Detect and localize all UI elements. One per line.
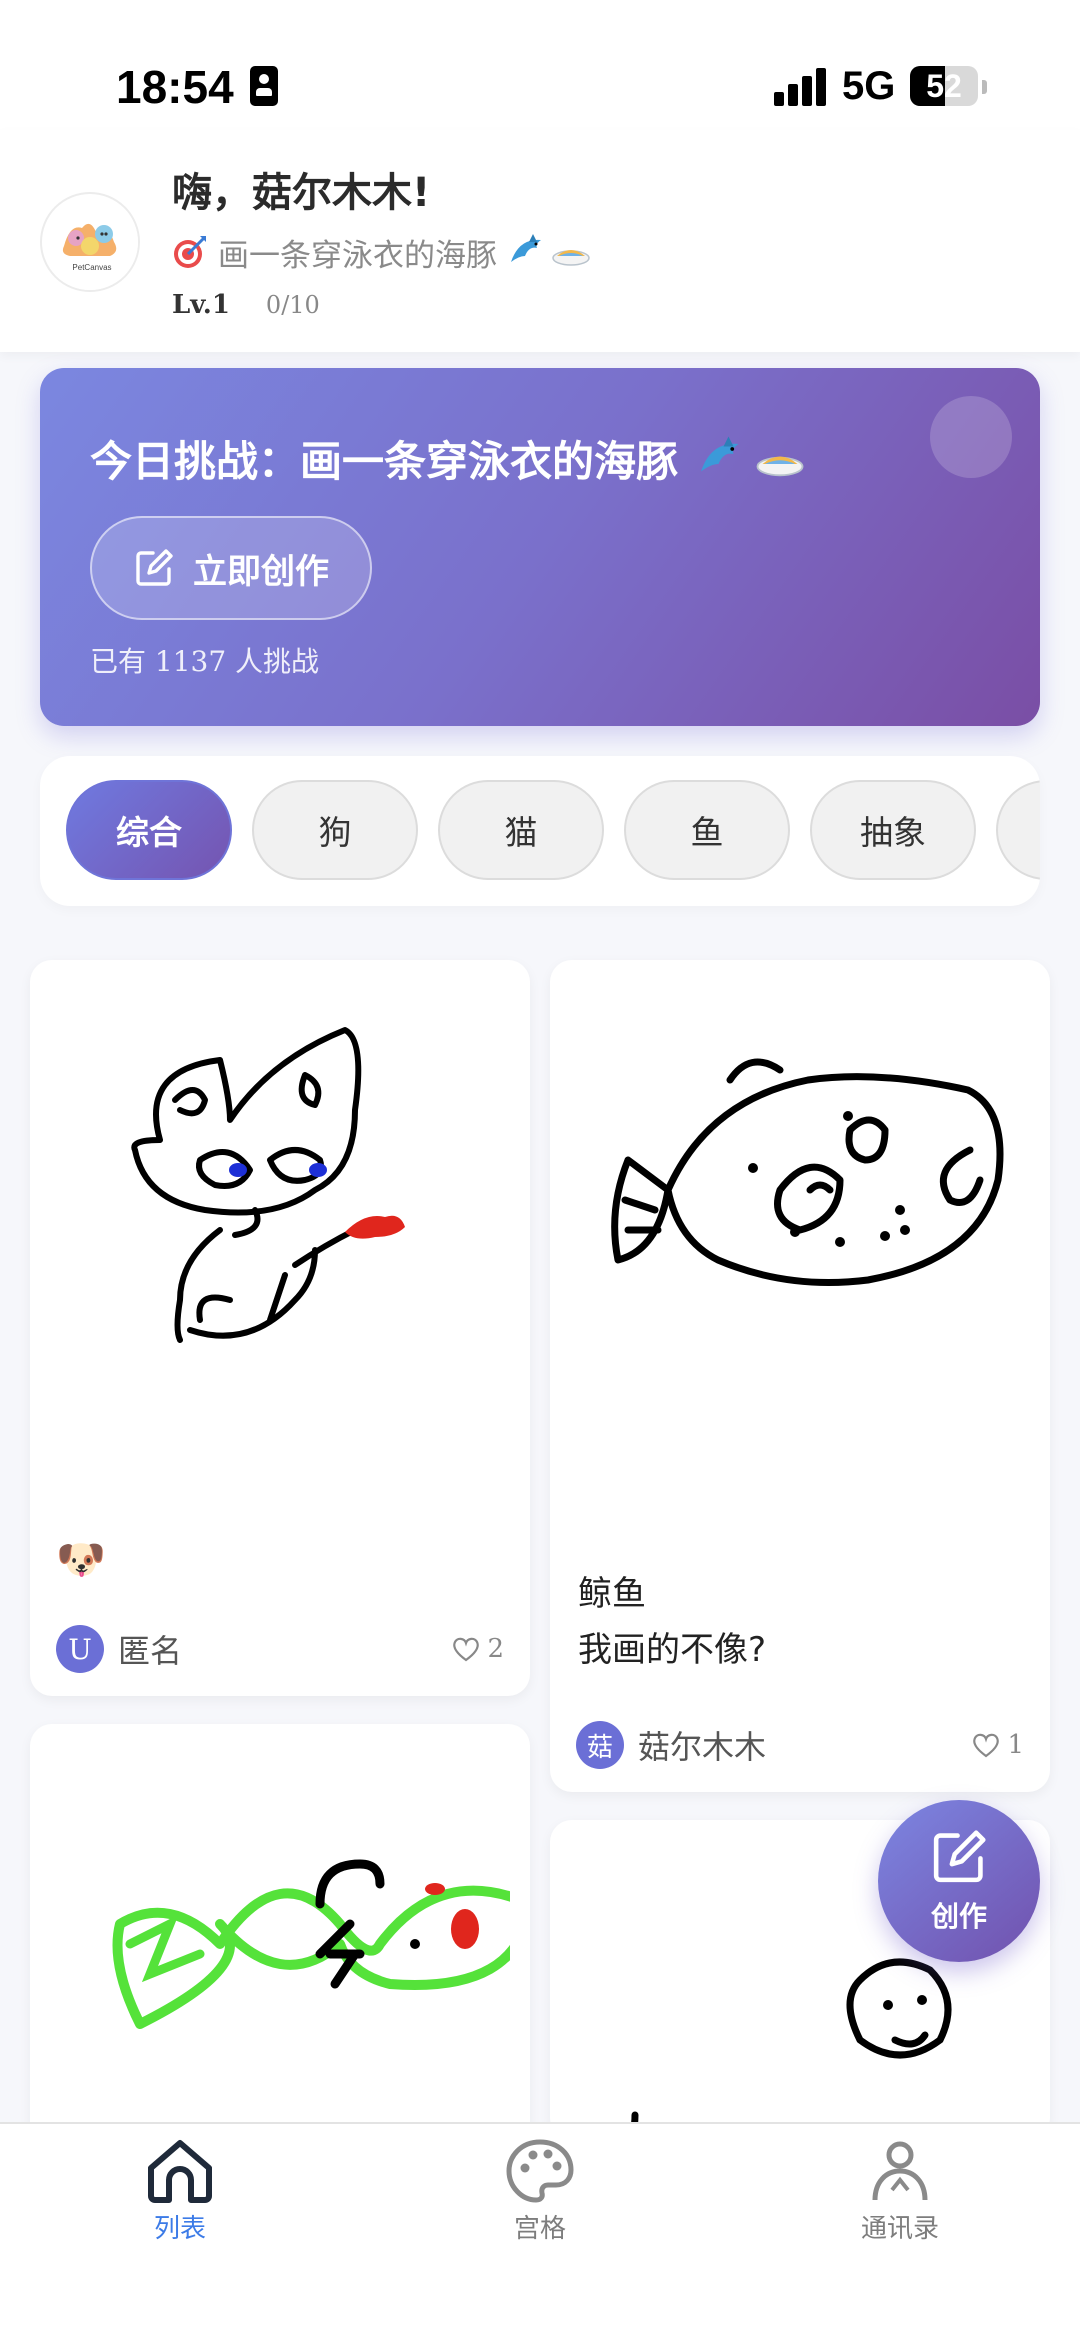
category-more[interactable]: [996, 780, 1040, 880]
goal-row: 画一条穿泳衣的海豚: [172, 230, 591, 274]
bottom-tab-bar: 列表 宫格 通讯录: [0, 2122, 1080, 2348]
tab-label: 列表: [153, 2214, 206, 2244]
category-fish[interactable]: 鱼: [624, 780, 790, 880]
challenge-emojis: [696, 434, 808, 484]
edit-icon: [933, 1830, 986, 1883]
daily-challenge-banner[interactable]: 今日挑战：画一条穿泳衣的海豚 立即创作 已有 1137 人挑战: [40, 368, 1040, 726]
tab-label: 通讯录: [860, 2214, 939, 2244]
heart-icon: [973, 1733, 1000, 1758]
drawing-card[interactable]: 🐶 U 匿名 2: [30, 960, 530, 1696]
goal-emojis: [507, 232, 591, 272]
author-name[interactable]: 匿名: [118, 1626, 182, 1672]
status-time: 18:54: [116, 61, 234, 113]
profile-header: PetCanvas 嗨，菇尔木木! 画一条穿泳衣的海豚 Lv.1 0/10: [0, 130, 1080, 352]
goal-text: 画一条穿泳衣的海豚: [218, 237, 497, 274]
face-drawing: [630, 1958, 952, 2140]
dolphin-icon: [701, 436, 739, 471]
target-icon: [174, 236, 206, 268]
home-icon: [148, 2140, 212, 2203]
challenge-title: 今日挑战：画一条穿泳衣的海豚: [90, 428, 808, 489]
palette-icon: [506, 2139, 574, 2203]
network-label: 5G: [842, 64, 896, 108]
id-card-icon: [250, 66, 278, 106]
drawing-card[interactable]: [30, 1724, 530, 2144]
category-tabs: 综合 狗 猫 鱼 抽象: [40, 756, 1040, 906]
card-description: 我画的不像?: [578, 1630, 767, 1670]
swimsuit-icon: [552, 250, 590, 266]
create-now-label: 立即创作: [193, 551, 329, 592]
tab-label: 宫格: [513, 2214, 566, 2244]
edit-icon: [136, 549, 173, 586]
like-button[interactable]: 2: [451, 1634, 504, 1664]
fish-drawing: [112, 1859, 510, 2029]
author-avatar[interactable]: 菇: [576, 1721, 624, 1769]
author-avatar[interactable]: U: [56, 1625, 104, 1673]
challenge-title-text: 今日挑战：画一条穿泳衣的海豚: [90, 437, 679, 486]
drawing-card[interactable]: 鲸鱼 我画的不像? 菇 菇尔木木 1: [550, 960, 1050, 1792]
whale-drawing: [611, 1058, 1004, 1286]
level-label: Lv.1: [172, 290, 230, 320]
heart-icon: [453, 1637, 480, 1662]
like-count: 2: [487, 1634, 504, 1664]
card-emoji: 🐶: [56, 1537, 106, 1583]
status-bar: 18:54 5G 52: [0, 0, 1080, 130]
category-all[interactable]: 综合: [66, 780, 232, 880]
avatar[interactable]: PetCanvas: [40, 192, 140, 292]
greeting-text: 嗨，菇尔木木!: [172, 170, 431, 216]
petcanvas-logo-icon: PetCanvas: [44, 196, 138, 290]
cat-drawing: [131, 1027, 405, 1343]
dolphin-icon: [511, 234, 541, 262]
tab-contacts[interactable]: 通讯录: [800, 2138, 1000, 2258]
card-title-line: 鲸鱼: [578, 1574, 646, 1614]
tab-grid[interactable]: 宫格: [440, 2138, 640, 2258]
battery-icon: 52: [910, 66, 978, 106]
tab-list[interactable]: 列表: [80, 2138, 280, 2258]
card-title: 鲸鱼 我画的不像?: [578, 1566, 766, 1678]
create-fab-button[interactable]: 创作: [878, 1800, 1040, 1962]
category-cat[interactable]: 猫: [438, 780, 604, 880]
swimsuit-icon: [756, 456, 804, 476]
like-button[interactable]: 1: [971, 1730, 1024, 1760]
author-name[interactable]: 菇尔木木: [638, 1722, 766, 1768]
category-dog[interactable]: 狗: [252, 780, 418, 880]
battery-tip: [982, 80, 987, 94]
category-abstract[interactable]: 抽象: [810, 780, 976, 880]
card-author-row: U 匿名 2: [56, 1624, 504, 1674]
like-count: 1: [1007, 1730, 1024, 1760]
card-author-row: 菇 菇尔木木 1: [576, 1720, 1024, 1770]
create-now-button[interactable]: 立即创作: [90, 516, 372, 620]
battery-label: 52: [926, 68, 962, 104]
signal-icon: [774, 68, 828, 106]
fab-label: 创作: [930, 1900, 987, 1933]
person-icon: [872, 2141, 928, 2201]
level-progress: 0/10: [265, 291, 320, 319]
participant-count: 已有 1137 人挑战: [90, 645, 320, 678]
banner-decoration-circle: [930, 396, 1012, 478]
svg-text:PetCanvas: PetCanvas: [72, 263, 111, 272]
level-row: Lv.1 0/10: [172, 290, 320, 320]
